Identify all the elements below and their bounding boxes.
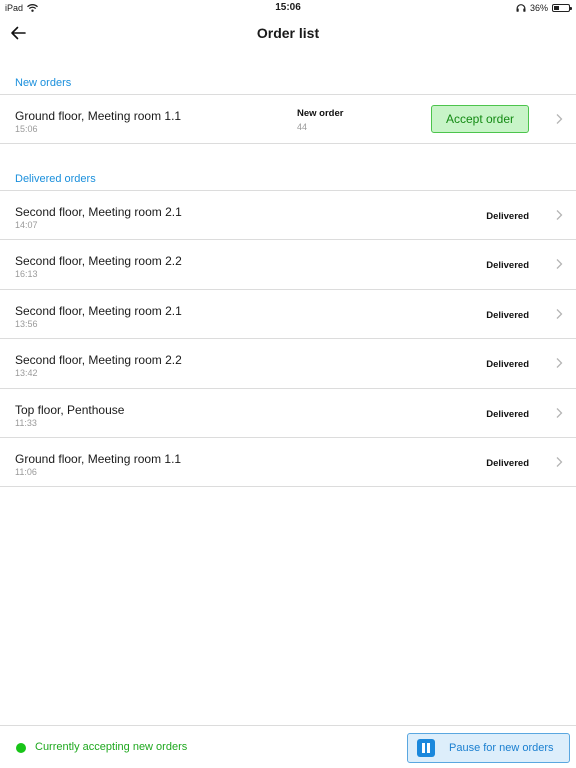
order-number: 44 [297, 122, 308, 132]
order-location: Second floor, Meeting room 2.1 [15, 205, 182, 219]
order-location: Top floor, Penthouse [15, 403, 125, 417]
chevron-right-icon [556, 457, 563, 467]
chevron-right-icon [556, 210, 563, 220]
order-time: 15:06 [15, 124, 38, 134]
chevron-right-icon [556, 358, 563, 368]
page-title: Order list [256, 25, 320, 41]
delivered-order-row[interactable]: Second floor, Meeting room 2.1 14:07 Del… [0, 190, 576, 239]
order-status: Delivered [486, 260, 529, 271]
pause-orders-button[interactable]: Pause for new orders [407, 733, 570, 763]
pause-icon [417, 739, 435, 757]
chevron-right-icon [556, 114, 563, 124]
section-header-delivered-orders: Delivered orders [15, 173, 96, 185]
battery-icon [552, 4, 572, 12]
delivered-order-row[interactable]: Second floor, Meeting room 2.2 13:42 Del… [0, 338, 576, 387]
new-order-row[interactable]: Ground floor, Meeting room 1.1 15:06 New… [0, 94, 576, 144]
headphones-icon [516, 4, 526, 12]
battery-fill [554, 6, 560, 10]
order-time: 16:13 [15, 269, 38, 279]
nav-bar: Order list [0, 16, 576, 50]
delivered-order-row[interactable]: Second floor, Meeting room 2.1 13:56 Del… [0, 289, 576, 338]
order-status: New order [297, 108, 344, 119]
order-location: Second floor, Meeting room 2.2 [15, 254, 182, 268]
delivered-order-row[interactable]: Second floor, Meeting room 2.2 16:13 Del… [0, 239, 576, 288]
order-location: Second floor, Meeting room 2.2 [15, 353, 182, 367]
order-status: Delivered [486, 409, 529, 420]
status-bar-right: 36% [516, 3, 572, 13]
order-time: 13:42 [15, 368, 38, 378]
battery-percent: 36% [529, 3, 548, 13]
status-time: 15:06 [275, 2, 301, 13]
order-time: 14:07 [15, 220, 38, 230]
order-time: 13:56 [15, 319, 38, 329]
chevron-right-icon [556, 259, 563, 269]
order-location: Ground floor, Meeting room 1.1 [15, 452, 182, 466]
accepting-status-text: Currently accepting new orders [35, 741, 188, 753]
footer-bar: Currently accepting new orders Pause for… [0, 725, 576, 768]
chevron-right-icon [556, 309, 563, 319]
accept-order-button[interactable]: Accept order [431, 105, 529, 133]
order-status: Delivered [486, 458, 529, 469]
status-bar: iPad 15:06 36% [0, 0, 576, 16]
section-header-new-orders: New orders [15, 77, 72, 89]
chevron-right-icon [556, 408, 563, 418]
accepting-status-dot [16, 743, 26, 753]
delivered-order-row[interactable]: Top floor, Penthouse 11:33 Delivered [0, 388, 576, 437]
order-time: 11:33 [15, 418, 37, 428]
order-status: Delivered [486, 359, 529, 370]
order-time: 11:06 [15, 467, 37, 477]
order-location: Ground floor, Meeting room 1.1 [15, 109, 182, 123]
order-location: Second floor, Meeting room 2.1 [15, 304, 182, 318]
delivered-order-row[interactable]: Ground floor, Meeting room 1.1 11:06 Del… [0, 437, 576, 487]
order-status: Delivered [486, 310, 529, 321]
pause-button-label: Pause for new orders [449, 742, 554, 754]
order-status: Delivered [486, 211, 529, 222]
